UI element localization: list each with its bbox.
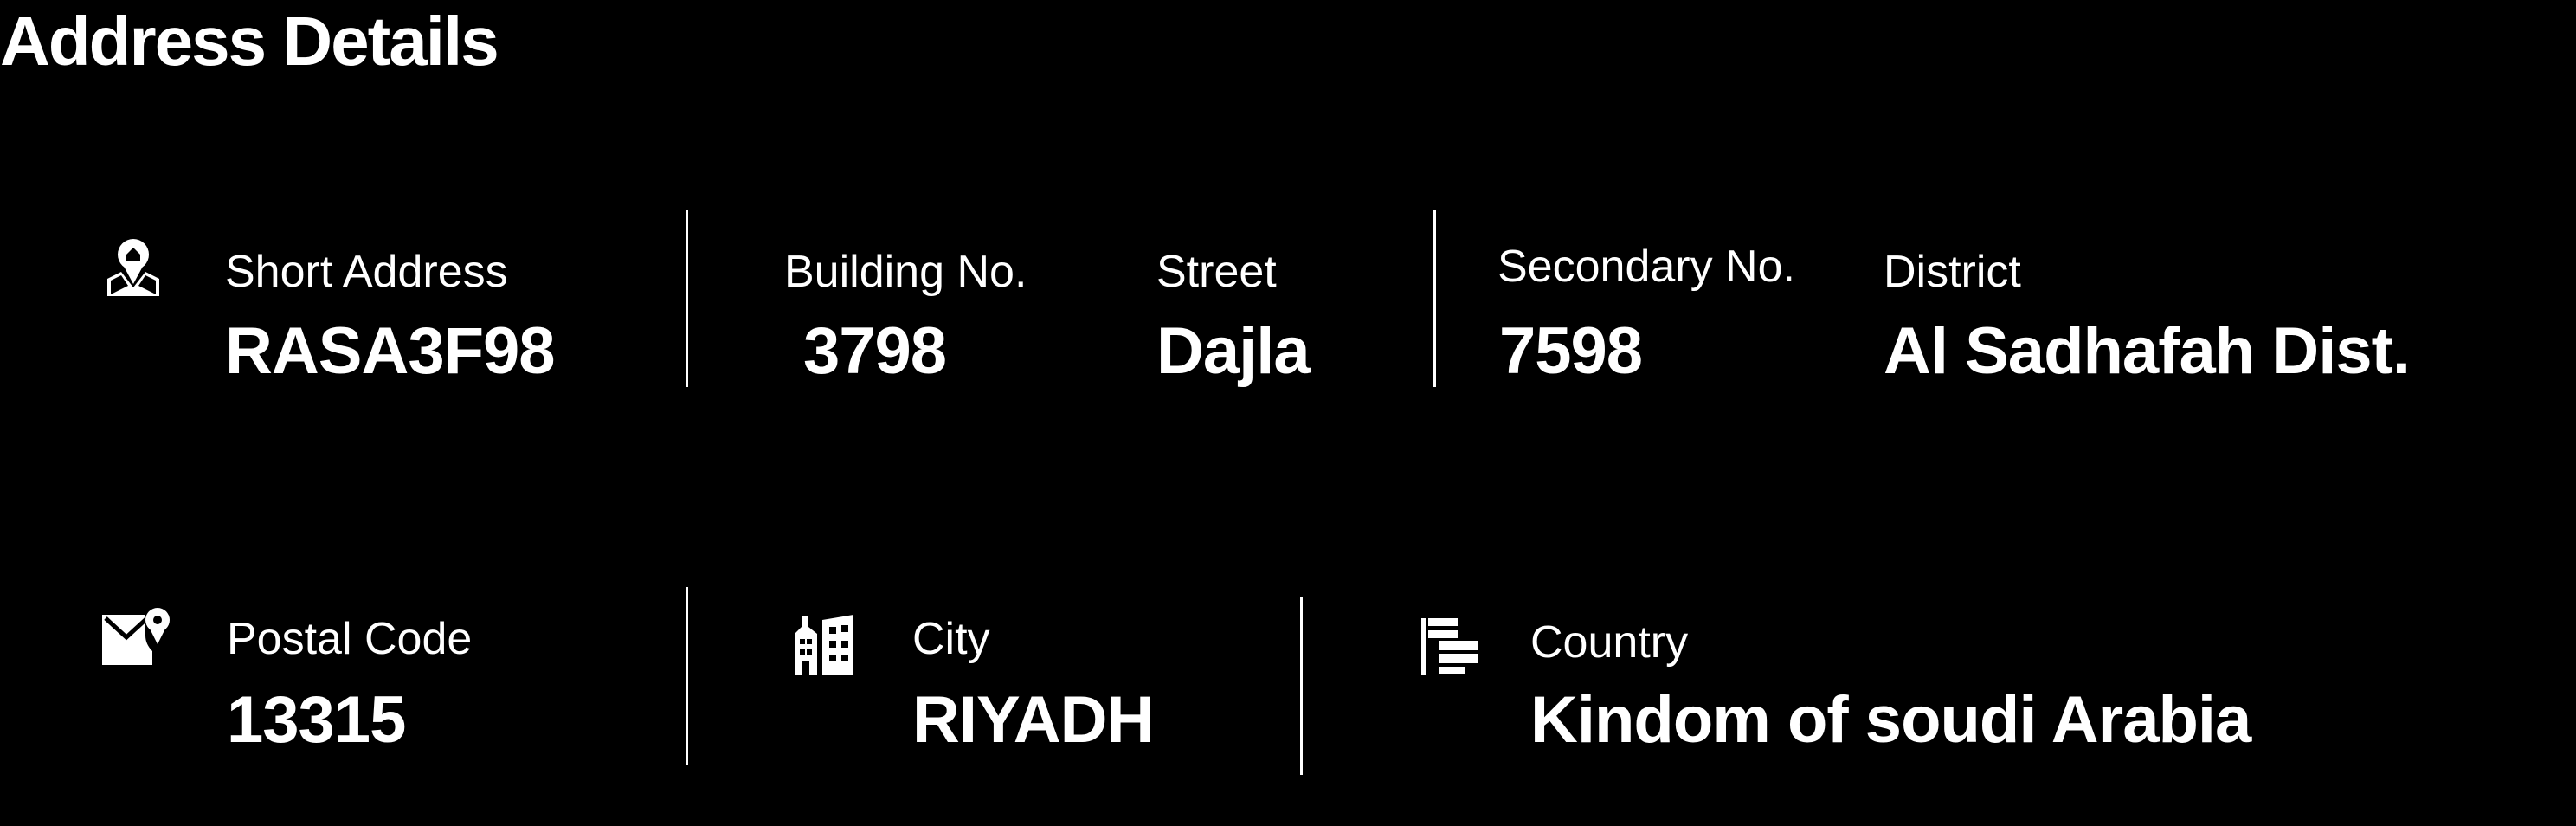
- mail-location-icon: [100, 606, 173, 667]
- district-value: Al Sadhafah Dist.: [1884, 314, 2411, 388]
- short-address-label: Short Address: [225, 247, 508, 297]
- page-title: Address Details: [0, 3, 499, 80]
- building-no-label: Building No.: [784, 247, 1027, 297]
- divider: [686, 210, 688, 387]
- street-label: Street: [1156, 247, 1277, 297]
- city-label: City: [912, 614, 990, 664]
- postal-code-label: Postal Code: [227, 614, 473, 664]
- map-location-home-icon: [102, 236, 164, 298]
- divider: [1433, 210, 1436, 387]
- short-address-value: RASA3F98: [225, 314, 556, 388]
- postal-code-value: 13315: [227, 683, 406, 757]
- divider: [1300, 597, 1303, 775]
- building-no-value: 3798: [803, 314, 947, 388]
- city-buildings-icon: [791, 611, 857, 675]
- city-value: RIYADH: [912, 683, 1154, 757]
- secondary-no-label: Secondary No.: [1497, 242, 1795, 292]
- divider: [686, 587, 688, 765]
- country-label: Country: [1530, 617, 1689, 668]
- country-value: Kindom of soudi Arabia: [1530, 683, 2251, 757]
- street-value: Dajla: [1156, 314, 1311, 388]
- district-label: District: [1884, 247, 2021, 297]
- secondary-no-value: 7598: [1499, 314, 1643, 388]
- flag-icon: [1420, 616, 1480, 675]
